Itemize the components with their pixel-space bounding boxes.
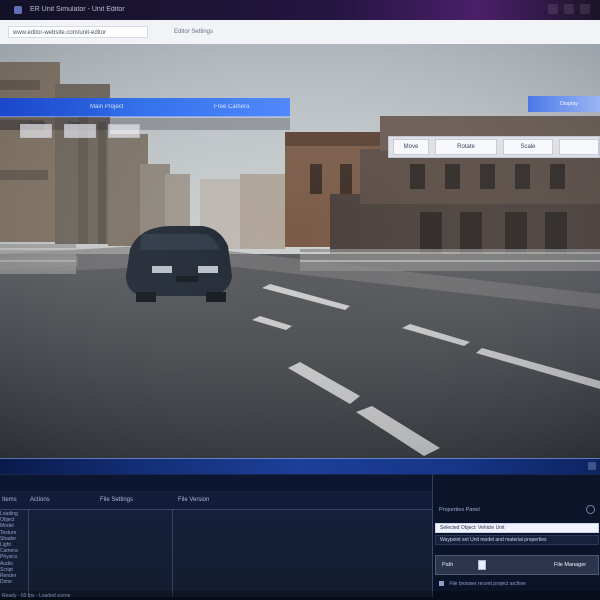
display-toggle[interactable]: Display xyxy=(528,96,600,112)
title-bar: ER Unit Simulator - Unit Editor xyxy=(0,0,600,20)
viewport-status-text: Main Project xyxy=(90,104,124,110)
scene-viewport[interactable]: Main Project Free Camera Scene View Disp… xyxy=(0,44,600,460)
log-list: Loading Object Model Texture Shader Ligh… xyxy=(0,511,28,585)
move-button[interactable]: Move xyxy=(393,139,429,155)
scale-button[interactable]: Scale xyxy=(503,139,553,155)
viewport-tool-buttons xyxy=(20,124,150,140)
editor-app-window: ER Unit Simulator - Unit Editor www.edit… xyxy=(0,0,600,600)
bottom-panel: Items Actions File Settings File Version… xyxy=(0,474,600,600)
viewport-status-bar: Main Project Free Camera xyxy=(0,98,290,117)
address-bar: www.editor-website.com/unit-editor Edito… xyxy=(0,20,600,45)
window-title: ER Unit Simulator - Unit Editor xyxy=(30,6,125,13)
address-label: Editor Settings xyxy=(174,29,214,35)
table-header: Items Actions File Settings File Version xyxy=(0,491,432,510)
column-header-actions[interactable]: Actions xyxy=(30,491,50,509)
divider-handle[interactable] xyxy=(588,462,596,470)
grid-column-actions xyxy=(28,509,173,597)
camera-mode-value: Free Camera xyxy=(214,104,250,110)
tool-button-2[interactable] xyxy=(64,124,96,138)
minimize-button[interactable] xyxy=(548,4,558,14)
folder-icon xyxy=(439,581,444,587)
grid-column-details xyxy=(172,509,433,597)
column-header-file-version[interactable]: File Version xyxy=(178,491,209,509)
rotate-button[interactable]: Rotate xyxy=(435,139,497,155)
selected-object-row[interactable]: Selected Object: Vehicle Unit xyxy=(435,523,599,533)
transform-toolbar: Move Rotate Scale xyxy=(388,136,600,158)
path-input-row[interactable]: Path File Manager xyxy=(435,555,599,575)
url-input[interactable]: www.editor-website.com/unit-editor xyxy=(8,26,148,38)
grid-column-log: Loading Object Model Texture Shader Ligh… xyxy=(0,509,29,597)
tool-button-3[interactable] xyxy=(108,124,140,138)
bottom-grid: Loading Object Model Texture Shader Ligh… xyxy=(0,509,433,597)
column-header-items[interactable]: Items xyxy=(2,491,17,509)
file-manager-value: File Manager xyxy=(554,562,587,568)
selected-object-detail: Waypoint set Unit model and material pro… xyxy=(435,535,599,545)
extra-tool-button[interactable] xyxy=(559,139,599,155)
properties-footer: File browser recent project archive xyxy=(435,579,600,589)
status-bar: Ready - 60 fps - Loaded scene xyxy=(0,591,600,600)
path-label: Path xyxy=(442,562,454,568)
maximize-button[interactable] xyxy=(564,4,574,14)
properties-footer-text: File browser recent project archive xyxy=(449,581,526,587)
tool-button-1[interactable] xyxy=(20,124,52,138)
file-icon xyxy=(478,560,486,570)
column-header-file-settings[interactable]: File Settings xyxy=(100,491,133,509)
close-button[interactable] xyxy=(580,4,590,14)
app-logo xyxy=(14,6,22,14)
properties-panel: Properties Panel Selected Object: Vehicl… xyxy=(432,475,600,591)
settings-gear-icon[interactable] xyxy=(586,505,595,514)
properties-panel-title: Properties Panel xyxy=(439,507,480,513)
log-line: Done xyxy=(0,579,12,586)
